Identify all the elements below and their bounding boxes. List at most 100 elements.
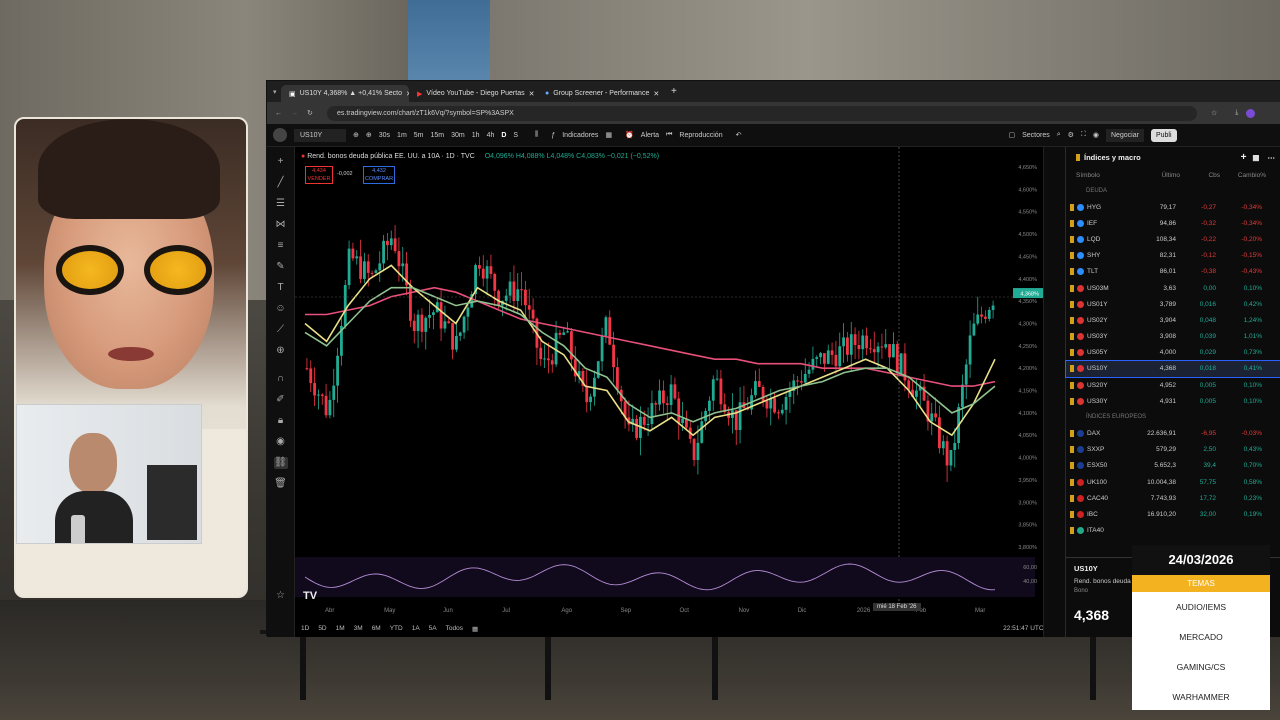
price-chart[interactable]: 4,650% 4,600% 4,550% 4,500% 4,450% 4,400% 4,35… xyxy=(295,147,1043,637)
ruler-icon[interactable]: ⟋ xyxy=(274,324,288,336)
watchlist-row[interactable]: CAC40 7.743,93 17,72 0,23% xyxy=(1066,490,1280,506)
range-5y[interactable]: 5A xyxy=(429,625,437,632)
camera-icon[interactable]: ◉ xyxy=(1093,131,1099,139)
watchlist-row[interactable]: US01Y 3,789 0,016 0,42% xyxy=(1066,296,1280,312)
emoji-icon[interactable]: ☺ xyxy=(274,303,288,315)
watchlist-row[interactable]: UK100 10.004,38 57,75 0,58% xyxy=(1066,474,1280,490)
watchlist-row[interactable]: ESX50 5.652,3 39,4 0,70% xyxy=(1066,458,1280,474)
symbol-search[interactable]: US10Y xyxy=(294,128,346,142)
trendline-icon[interactable]: ╱ xyxy=(274,177,288,189)
sell-button[interactable]: 4,434 VENDER xyxy=(305,166,333,184)
buy-button[interactable]: 4,432 COMPRAR xyxy=(363,166,395,184)
add-symbol-icon[interactable]: ⊕ xyxy=(366,131,372,139)
interval-s[interactable]: S xyxy=(513,132,518,139)
interval-4h[interactable]: 4h xyxy=(487,132,495,139)
col-change-pct[interactable]: Cambio% xyxy=(1220,172,1266,179)
close-icon[interactable]: ✕ xyxy=(653,90,659,98)
favorites-star-icon[interactable]: ☆ xyxy=(274,590,288,602)
watchlist-row[interactable]: HYG 79,17 -0,27 -0,34% xyxy=(1066,199,1280,215)
link-icon[interactable]: ⛓ xyxy=(273,457,288,469)
range-1d[interactable]: 1D xyxy=(301,625,309,632)
settings-icon[interactable]: ⚙ xyxy=(1068,131,1074,139)
range-3m[interactable]: 3M xyxy=(354,625,363,632)
reload-icon[interactable]: ↻ xyxy=(307,109,313,117)
section-eu-indices[interactable]: ÍNDICES EUROPEOS xyxy=(1066,409,1280,425)
watchlist-row[interactable]: LQD 108,34 -0,22 -0,20% xyxy=(1066,231,1280,247)
col-last[interactable]: Último xyxy=(1138,172,1180,179)
tab-youtube[interactable]: ▶ Vídeo YouTube - Diego Puertas ✕ xyxy=(409,85,537,102)
tab-screener[interactable]: ● Group Screener - Performance ✕ xyxy=(537,85,665,102)
watchlist-row[interactable]: SXXP 579,29 2,50 0,43% xyxy=(1066,442,1280,458)
watchlist-row[interactable]: US10Y 4,368 0,018 0,41% xyxy=(1065,359,1280,379)
layout-icon[interactable]: ▦ xyxy=(1252,153,1259,162)
indicators-button[interactable]: Indicadores xyxy=(562,132,598,139)
interval-1h[interactable]: 1h xyxy=(472,132,480,139)
layout-icon[interactable]: ▢ xyxy=(1008,131,1015,139)
sectors-button[interactable]: Sectores xyxy=(1022,132,1050,139)
interval-d[interactable]: D xyxy=(501,132,506,139)
interval-15m[interactable]: 15m xyxy=(431,132,445,139)
download-icon[interactable]: ⤓ xyxy=(1235,109,1238,117)
watchlist-row[interactable]: ITA40 xyxy=(1066,523,1280,539)
forward-icon[interactable]: → xyxy=(291,110,298,117)
more-icon[interactable]: ⋯ xyxy=(1268,153,1276,162)
watchlist-row[interactable]: US05Y 4,000 0,029 0,73% xyxy=(1066,345,1280,361)
tab-menu-icon[interactable]: ▾ xyxy=(273,88,281,96)
templates-icon[interactable]: ▦ xyxy=(605,131,612,139)
interval-1m[interactable]: 1m xyxy=(397,132,407,139)
interval-5m[interactable]: 5m xyxy=(414,132,424,139)
projection-icon[interactable]: ≡ xyxy=(274,240,288,252)
chart-area[interactable]: 4,650% 4,600% 4,550% 4,500% 4,450% 4,400% 4,35… xyxy=(295,147,1051,637)
magnet-icon[interactable]: ∩ xyxy=(274,373,288,385)
col-change[interactable]: Cbs xyxy=(1180,172,1220,179)
add-icon[interactable]: + xyxy=(1241,152,1247,163)
watchlist-row[interactable]: US03M 3,63 0,00 0,10% xyxy=(1066,280,1280,296)
col-symbol[interactable]: Símbolo xyxy=(1076,172,1138,179)
alert-button[interactable]: Alerta xyxy=(641,132,659,139)
publish-button[interactable]: Publi xyxy=(1150,128,1177,142)
watchlist-row[interactable]: DAX 22.636,91 -6,95 -0,03% xyxy=(1066,425,1280,441)
watchlist-row[interactable]: US03Y 3,908 0,039 1,01% xyxy=(1066,329,1280,345)
range-5d[interactable]: 5D xyxy=(318,625,326,632)
search-icon[interactable]: ⌕ xyxy=(1057,131,1061,139)
stay-drawing-icon[interactable]: ✐ xyxy=(274,394,288,406)
replay-button[interactable]: Reproducción xyxy=(679,132,722,139)
trade-button[interactable]: Negociar xyxy=(1105,128,1144,142)
fib-icon[interactable]: ☰ xyxy=(274,198,288,210)
fullscreen-icon[interactable]: ⛶ xyxy=(1081,131,1086,139)
close-icon[interactable]: ✕ xyxy=(529,90,535,98)
profile-avatar[interactable] xyxy=(1246,108,1256,118)
pattern-icon[interactable]: ⋈ xyxy=(274,219,288,231)
watchlist-row[interactable]: US30Y 4,931 0,005 0,10% xyxy=(1066,393,1280,409)
eye-icon[interactable]: ◉ xyxy=(274,436,288,448)
watchlist-row[interactable]: US20Y 4,952 0,005 0,10% xyxy=(1066,377,1280,393)
text-icon[interactable]: T xyxy=(274,282,288,294)
interval-30m[interactable]: 30m xyxy=(451,132,465,139)
candles-icon[interactable]: ⫼ xyxy=(535,131,538,139)
tab-tradingview[interactable]: ▣ US10Y 4,368% ▲ +0,41% Secto ✕ xyxy=(281,85,409,102)
user-avatar[interactable] xyxy=(273,128,287,142)
watchlist-row[interactable]: TLT 86,01 -0,38 -0,43% xyxy=(1066,264,1280,280)
brush-icon[interactable]: ✎ xyxy=(274,261,288,273)
lock-icon[interactable]: 🔒︎ xyxy=(274,415,288,427)
undo-icon[interactable]: ↶ xyxy=(736,131,742,139)
range-ytd[interactable]: YTD xyxy=(390,625,403,632)
section-debt[interactable]: DEUDA xyxy=(1066,183,1280,199)
range-6m[interactable]: 6M xyxy=(372,625,381,632)
crosshair-icon[interactable]: + xyxy=(274,156,288,168)
zoom-icon[interactable]: ⊕ xyxy=(274,345,288,357)
back-icon[interactable]: ← xyxy=(275,110,282,117)
watchlist-row[interactable]: SHY 82,31 -0,12 -0,15% xyxy=(1066,248,1280,264)
range-1m[interactable]: 1M xyxy=(336,625,345,632)
bookmark-star-icon[interactable]: ☆ xyxy=(1211,109,1217,117)
watchlist-row[interactable]: IBC 16.910,20 32,00 0,19% xyxy=(1066,506,1280,522)
url-input[interactable]: es.tradingview.com/chart/zT1k6Vq/?symbol… xyxy=(327,105,1197,121)
watchlist-title[interactable]: Índices y macro xyxy=(1084,153,1141,162)
watchlist-row[interactable]: US02Y 3,904 0,048 1,24% xyxy=(1066,312,1280,328)
compare-icon[interactable]: ⊕ xyxy=(353,131,359,139)
range-1y[interactable]: 1A xyxy=(412,625,420,632)
new-tab-icon[interactable]: + xyxy=(671,86,677,97)
range-all[interactable]: Todos xyxy=(446,625,463,632)
calendar-icon[interactable]: ▦ xyxy=(472,625,478,633)
interval-30s[interactable]: 30s xyxy=(379,132,390,139)
